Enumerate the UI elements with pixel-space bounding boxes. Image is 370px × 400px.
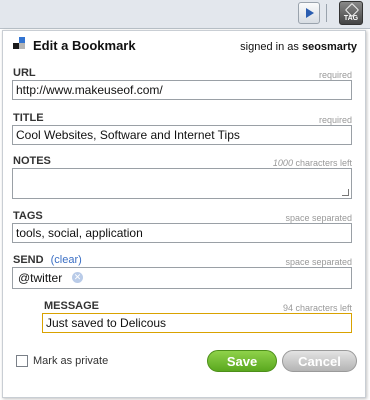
message-label: MESSAGE bbox=[44, 300, 100, 312]
recipient-chip: @twitter bbox=[18, 271, 63, 285]
resize-handle-icon[interactable] bbox=[342, 189, 349, 196]
send-hint: space separated bbox=[285, 257, 352, 267]
signed-in-prefix: signed in as bbox=[240, 41, 299, 53]
cancel-button[interactable]: Cancel bbox=[282, 350, 357, 372]
message-chars-left-hint: 94 characters left bbox=[282, 303, 352, 313]
browser-toolbar: TAG bbox=[0, 0, 370, 29]
delicious-logo-icon bbox=[13, 37, 25, 49]
tags-label: TAGS bbox=[13, 210, 43, 222]
notes-chars-suffix: characters left bbox=[295, 158, 352, 168]
save-button[interactable]: Save bbox=[207, 350, 277, 372]
private-label[interactable]: Mark as private bbox=[33, 355, 108, 367]
username[interactable]: seosmarty bbox=[302, 41, 357, 53]
tags-input[interactable]: tools, social, application bbox=[12, 223, 352, 243]
tag-icon: TAG bbox=[343, 15, 359, 22]
notes-chars-left-hint: 1000 characters left bbox=[273, 158, 352, 168]
notes-chars-count: 1000 bbox=[272, 158, 293, 168]
toolbar-separator bbox=[326, 4, 327, 22]
url-required-hint: required bbox=[318, 70, 352, 80]
tags-hint: space separated bbox=[285, 213, 352, 223]
clear-link[interactable]: (clear) bbox=[51, 254, 82, 266]
send-label: SEND bbox=[13, 254, 44, 266]
url-label: URL bbox=[13, 67, 36, 79]
signed-in-status: signed in as seosmarty bbox=[240, 41, 357, 53]
notes-textarea[interactable] bbox=[12, 168, 352, 199]
message-input[interactable]: Just saved to Delicous bbox=[42, 313, 352, 333]
title-label: TITLE bbox=[13, 112, 44, 124]
notes-label: NOTES bbox=[13, 155, 51, 167]
title-input[interactable]: Cool Websites, Software and Internet Tip… bbox=[12, 125, 352, 145]
play-icon[interactable] bbox=[298, 2, 320, 24]
tag-button[interactable]: TAG bbox=[339, 1, 363, 25]
panel-title: Edit a Bookmark bbox=[33, 38, 136, 53]
remove-recipient-icon[interactable]: ✕ bbox=[72, 272, 83, 283]
private-checkbox[interactable] bbox=[16, 355, 28, 367]
url-input[interactable]: http://www.makeuseof.com/ bbox=[12, 80, 352, 100]
send-label-row: SEND (clear) bbox=[13, 254, 82, 266]
send-input[interactable]: @twitter ✕ bbox=[12, 267, 352, 289]
title-required-hint: required bbox=[318, 115, 352, 125]
